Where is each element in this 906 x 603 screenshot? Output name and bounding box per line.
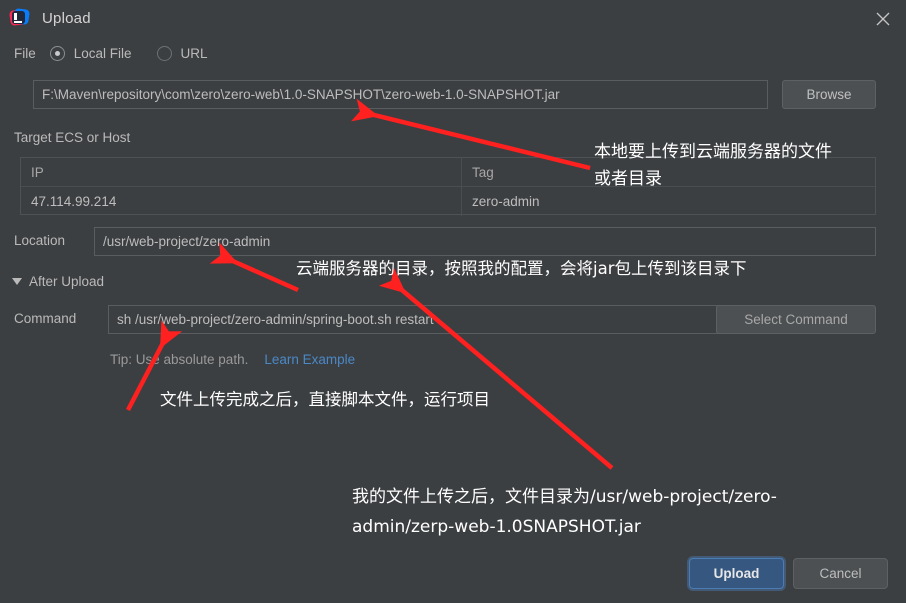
target-host-table[interactable]: IP Tag 47.114.99.214 zero-admin bbox=[20, 157, 876, 216]
file-label: File bbox=[14, 46, 36, 61]
cell-ip: 47.114.99.214 bbox=[31, 194, 117, 209]
upload-dialog: Upload File Local File URL Browse Target… bbox=[0, 0, 906, 603]
file-path-input[interactable] bbox=[33, 80, 768, 109]
window-title: Upload bbox=[42, 10, 91, 27]
cancel-button[interactable]: Cancel bbox=[793, 558, 888, 589]
location-input[interactable] bbox=[94, 227, 876, 256]
table-row[interactable]: 47.114.99.214 zero-admin bbox=[21, 187, 875, 216]
tip-row: Tip: Use absolute path. Learn Example bbox=[110, 352, 355, 367]
cell-tag: zero-admin bbox=[461, 187, 875, 216]
select-command-button[interactable]: Select Command bbox=[716, 305, 876, 334]
column-header-ip: IP bbox=[31, 164, 44, 180]
radio-url-icon bbox=[156, 46, 172, 61]
annotation-text: 文件上传完成之后，直接脚本文件，运行项目 bbox=[160, 390, 490, 409]
close-icon[interactable] bbox=[860, 0, 906, 37]
file-source-row: File Local File URL bbox=[14, 46, 208, 61]
column-header-tag: Tag bbox=[461, 157, 875, 187]
location-label: Location bbox=[14, 233, 66, 248]
radio-local-file[interactable]: Local File bbox=[49, 46, 132, 61]
radio-local-file-icon bbox=[49, 46, 65, 61]
command-label: Command bbox=[14, 311, 77, 326]
radio-url-label: URL bbox=[180, 46, 208, 61]
after-upload-label: After Upload bbox=[29, 274, 105, 289]
browse-button[interactable]: Browse bbox=[782, 80, 876, 109]
annotation-text: 云端服务器的目录，按照我的配置，会将jar包上传到该目录下 bbox=[296, 259, 747, 278]
table-header-row: IP Tag bbox=[21, 157, 875, 187]
learn-example-link[interactable]: Learn Example bbox=[264, 352, 355, 367]
annotation-text: 我的文件上传之后，文件目录为/usr/web-project/zero-admi… bbox=[352, 487, 777, 537]
tip-text: Tip: Use absolute path. bbox=[110, 352, 249, 367]
command-input[interactable] bbox=[108, 305, 722, 334]
after-upload-toggle[interactable]: After Upload bbox=[12, 274, 104, 289]
upload-button[interactable]: Upload bbox=[689, 558, 784, 589]
chevron-down-icon bbox=[12, 278, 22, 285]
radio-local-file-label: Local File bbox=[73, 46, 132, 61]
target-host-label: Target ECS or Host bbox=[14, 130, 131, 145]
radio-url[interactable]: URL bbox=[156, 46, 208, 61]
intellij-idea-icon bbox=[9, 7, 30, 29]
title-bar: Upload bbox=[0, 0, 906, 37]
